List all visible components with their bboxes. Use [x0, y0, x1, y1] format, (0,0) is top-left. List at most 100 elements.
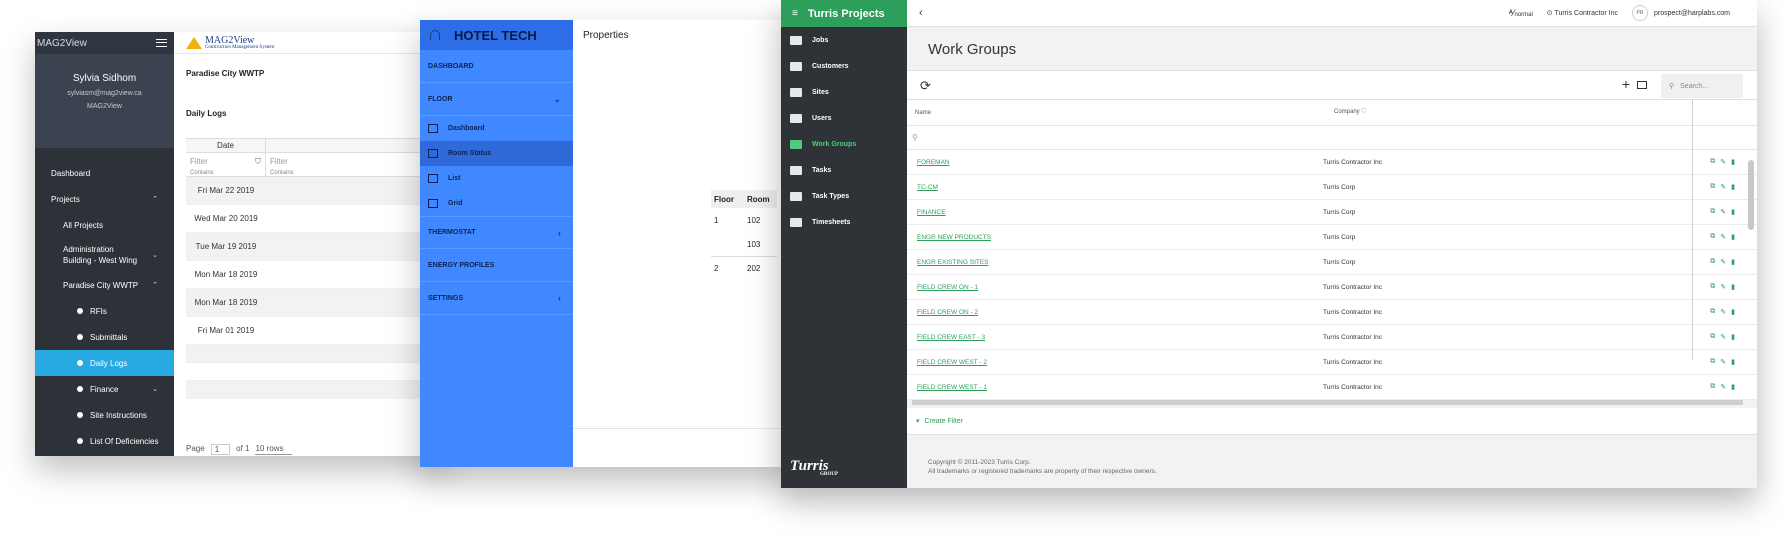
copy-icon[interactable]: ⧉	[1710, 333, 1715, 341]
date-filter-input[interactable]: Filter	[190, 157, 208, 166]
copy-icon[interactable]: ⧉	[1710, 158, 1715, 166]
sidebar-item[interactable]: Timesheets	[781, 209, 907, 235]
sidebar-item[interactable]: Daily Logs	[35, 350, 174, 376]
sidebar-item[interactable]: Site Instructions	[35, 402, 174, 428]
table-search-row[interactable]: ⚲	[907, 126, 1757, 150]
column-date[interactable]: Date	[186, 139, 266, 152]
table-row[interactable]: FIELD CREW ON - 1 Turris Contractor Inc ⧉ ✎…	[907, 275, 1757, 300]
edit-icon[interactable]: ✎	[1720, 233, 1726, 241]
refresh-icon[interactable]: ⟳	[920, 78, 931, 94]
work-group-link[interactable]: ENGR NEW PRODUCTS	[907, 234, 1323, 241]
copy-icon[interactable]: ⧉	[1710, 308, 1715, 316]
delete-icon[interactable]: ▮	[1731, 158, 1735, 166]
table-row[interactable]: FIELD CREW EAST - 3 Turris Contractor Inc…	[907, 325, 1757, 350]
mode-indicator[interactable]: ᴬ⁄normal	[1509, 8, 1533, 18]
floor-menu-item[interactable]: Dashboard	[420, 116, 573, 141]
c-filter[interactable]: Filter Contains	[266, 153, 445, 176]
nav-dashboard[interactable]: DASHBOARD	[420, 50, 573, 83]
work-group-link[interactable]: FIELD CREW ON - 2	[907, 309, 1323, 316]
edit-icon[interactable]: ✎	[1720, 283, 1726, 291]
table-row[interactable]: Wed Mar 20 2019 Sylvia Sidho	[186, 205, 445, 233]
sidebar-item[interactable]: Paradise City WWTP ⌃	[35, 272, 174, 298]
table-row[interactable]: FIELD CREW WEST - 1 Turris Contractor Inc…	[907, 375, 1757, 400]
copy-icon[interactable]: ⧉	[1710, 208, 1715, 216]
sidebar-item[interactable]: Projects ⌃	[35, 186, 174, 212]
edit-icon[interactable]: ✎	[1720, 183, 1726, 191]
nav-settings[interactable]: SETTINGS ‹	[420, 282, 573, 315]
table-row[interactable]: Fri Mar 22 2019 Sylvia Sidho	[186, 177, 445, 205]
sidebar-item[interactable]: List Of Deficiencies	[35, 428, 174, 454]
nav-energy-profiles[interactable]: ENERGY PROFILES	[420, 249, 573, 282]
work-group-link[interactable]: ENGR EXISTING SITES	[907, 259, 1323, 266]
table-row[interactable]: FINANCE Turris Corp ⧉ ✎ ▮	[907, 200, 1757, 225]
work-group-link[interactable]: FINANCE	[907, 209, 1323, 216]
sidebar-item[interactable]: Work Groups	[781, 131, 907, 157]
edit-icon[interactable]: ✎	[1720, 208, 1726, 216]
table-row[interactable]: ENGR NEW PRODUCTS Turris Corp ⧉ ✎ ▮	[907, 225, 1757, 250]
work-group-link[interactable]: FIELD CREW WEST - 2	[907, 359, 1323, 366]
date-filter[interactable]: Filter ⛉ Contains	[186, 153, 266, 176]
horizontal-scrollbar[interactable]	[912, 400, 1743, 405]
copy-icon[interactable]: ⧉	[1710, 183, 1715, 191]
table-row[interactable]: TC-CM Turris Corp ⧉ ✎ ▮	[907, 175, 1757, 200]
table-row[interactable]: ENGR EXISTING SITES Turris Corp ⧉ ✎ ▮	[907, 250, 1757, 275]
work-group-link[interactable]: TC-CM	[907, 184, 1323, 191]
sidebar-item[interactable]: Tasks	[781, 157, 907, 183]
table-row[interactable]: FIELD CREW ON - 2 Turris Contractor Inc ⧉ ✎…	[907, 300, 1757, 325]
edit-icon[interactable]: ✎	[1720, 258, 1726, 266]
edit-icon[interactable]: ✎	[1720, 333, 1726, 341]
column-c[interactable]: C	[266, 139, 445, 152]
page-input[interactable]: 1	[210, 444, 231, 455]
copy-icon[interactable]: ⧉	[1710, 283, 1715, 291]
table-row[interactable]: 103	[711, 232, 777, 256]
sidebar-item[interactable]: Administration Building - West Wing ⌄	[35, 238, 174, 272]
sidebar-item[interactable]: Customers	[781, 53, 907, 79]
search-input[interactable]: ⚲ Search...	[1661, 74, 1743, 98]
edit-icon[interactable]: ✎	[1720, 383, 1726, 391]
sidebar-item[interactable]: Users	[781, 105, 907, 131]
delete-icon[interactable]: ▮	[1731, 308, 1735, 316]
delete-icon[interactable]: ▮	[1731, 383, 1735, 391]
edit-icon[interactable]: ✎	[1720, 358, 1726, 366]
delete-icon[interactable]: ▮	[1731, 183, 1735, 191]
table-row[interactable]: 1 102	[711, 208, 777, 232]
edit-icon[interactable]: ✎	[1720, 308, 1726, 316]
sidebar-item[interactable]: Dashboard	[35, 160, 174, 186]
sidebar-item[interactable]: Finance ⌄	[35, 376, 174, 402]
layout-icon[interactable]	[1637, 81, 1647, 89]
company-selector[interactable]: ⊙ Turris Contractor Inc	[1547, 9, 1618, 17]
work-group-link[interactable]: FIELD CREW EAST - 3	[907, 334, 1323, 341]
delete-icon[interactable]: ▮	[1731, 358, 1735, 366]
delete-icon[interactable]: ▮	[1731, 283, 1735, 291]
copy-icon[interactable]: ⧉	[1710, 358, 1715, 366]
sidebar-item[interactable]: Task Types	[781, 183, 907, 209]
rows-select[interactable]: 10 rows	[255, 444, 292, 455]
delete-icon[interactable]: ▮	[1731, 233, 1735, 241]
c-filter-input[interactable]: Filter	[270, 157, 288, 166]
sidebar-item[interactable]: Jobs	[781, 27, 907, 53]
copy-icon[interactable]: ⧉	[1710, 258, 1715, 266]
work-group-link[interactable]: FIELD CREW WEST - 1	[907, 384, 1323, 391]
table-row[interactable]: Mon Mar 18 2019 Sylvia Sidho	[186, 261, 445, 289]
floor-menu-item[interactable]: Grid	[420, 191, 573, 216]
nav-thermostat[interactable]: THERMOSTAT ‹	[420, 216, 573, 249]
delete-icon[interactable]: ▮	[1731, 333, 1735, 341]
delete-icon[interactable]: ▮	[1731, 208, 1735, 216]
filter-icon[interactable]: ⛉	[255, 157, 261, 167]
column-name[interactable]: Name	[907, 110, 1334, 116]
edit-icon[interactable]: ✎	[1720, 158, 1726, 166]
table-row[interactable]: 2 202	[711, 256, 777, 280]
menu-icon[interactable]: ≡	[792, 8, 798, 19]
work-group-link[interactable]: FIELD CREW ON - 1	[907, 284, 1323, 291]
sidebar-item[interactable]: Submittals	[35, 324, 174, 350]
sidebar-item[interactable]: All Projects	[35, 212, 174, 238]
table-row[interactable]: FIELD CREW WEST - 2 Turris Contractor Inc…	[907, 350, 1757, 375]
nav-floor[interactable]: FLOOR ⌄	[420, 83, 573, 116]
create-filter-link[interactable]: ▾ Create Filter	[907, 408, 1757, 435]
user-menu[interactable]: PR prospect@harplabs.com	[1632, 5, 1730, 21]
column-company[interactable]: Company ⛉	[1334, 109, 1694, 116]
work-group-link[interactable]: FOREMAN	[907, 159, 1323, 166]
vertical-scrollbar[interactable]	[1748, 160, 1754, 230]
delete-icon[interactable]: ▮	[1731, 258, 1735, 266]
sidebar-item[interactable]: Sites	[781, 79, 907, 105]
